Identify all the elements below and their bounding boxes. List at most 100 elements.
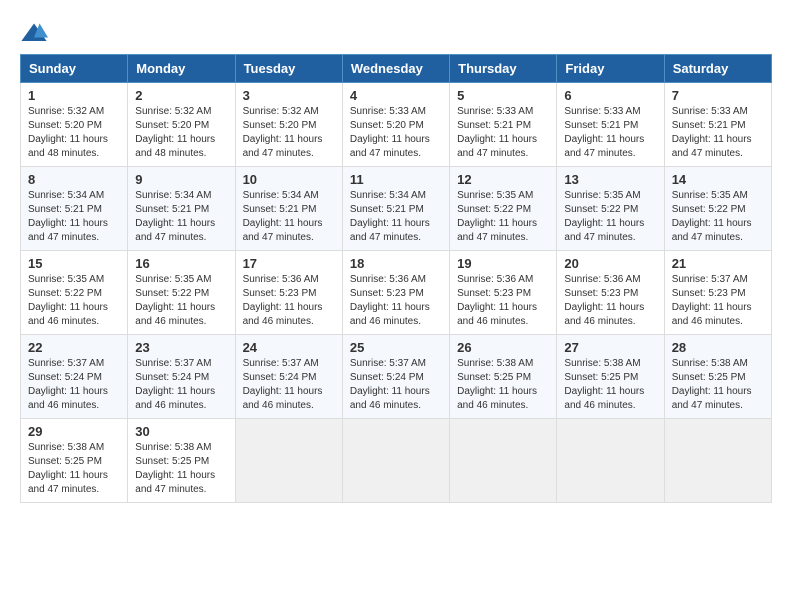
calendar-cell: 15 Sunrise: 5:35 AMSunset: 5:22 PMDaylig… bbox=[21, 251, 128, 335]
day-number: 6 bbox=[564, 88, 656, 103]
day-number: 8 bbox=[28, 172, 120, 187]
calendar-cell: 24 Sunrise: 5:37 AMSunset: 5:24 PMDaylig… bbox=[235, 335, 342, 419]
day-info: Sunrise: 5:33 AMSunset: 5:21 PMDaylight:… bbox=[564, 106, 644, 159]
day-number: 17 bbox=[243, 256, 335, 271]
day-info: Sunrise: 5:38 AMSunset: 5:25 PMDaylight:… bbox=[28, 442, 108, 495]
day-number: 23 bbox=[135, 340, 227, 355]
day-info: Sunrise: 5:35 AMSunset: 5:22 PMDaylight:… bbox=[564, 190, 644, 243]
day-info: Sunrise: 5:37 AMSunset: 5:23 PMDaylight:… bbox=[672, 274, 752, 327]
day-info: Sunrise: 5:36 AMSunset: 5:23 PMDaylight:… bbox=[564, 274, 644, 327]
calendar-cell: 14 Sunrise: 5:35 AMSunset: 5:22 PMDaylig… bbox=[664, 167, 771, 251]
day-number: 3 bbox=[243, 88, 335, 103]
calendar-week-row: 22 Sunrise: 5:37 AMSunset: 5:24 PMDaylig… bbox=[21, 335, 772, 419]
day-number: 7 bbox=[672, 88, 764, 103]
calendar-cell: 25 Sunrise: 5:37 AMSunset: 5:24 PMDaylig… bbox=[342, 335, 449, 419]
calendar-table: SundayMondayTuesdayWednesdayThursdayFrid… bbox=[20, 54, 772, 503]
day-info: Sunrise: 5:35 AMSunset: 5:22 PMDaylight:… bbox=[457, 190, 537, 243]
calendar-cell: 27 Sunrise: 5:38 AMSunset: 5:25 PMDaylig… bbox=[557, 335, 664, 419]
day-number: 12 bbox=[457, 172, 549, 187]
day-number: 9 bbox=[135, 172, 227, 187]
calendar-week-row: 29 Sunrise: 5:38 AMSunset: 5:25 PMDaylig… bbox=[21, 419, 772, 503]
day-info: Sunrise: 5:34 AMSunset: 5:21 PMDaylight:… bbox=[350, 190, 430, 243]
calendar-cell: 26 Sunrise: 5:38 AMSunset: 5:25 PMDaylig… bbox=[450, 335, 557, 419]
day-info: Sunrise: 5:37 AMSunset: 5:24 PMDaylight:… bbox=[135, 358, 215, 411]
day-info: Sunrise: 5:32 AMSunset: 5:20 PMDaylight:… bbox=[28, 106, 108, 159]
day-info: Sunrise: 5:37 AMSunset: 5:24 PMDaylight:… bbox=[243, 358, 323, 411]
day-info: Sunrise: 5:37 AMSunset: 5:24 PMDaylight:… bbox=[28, 358, 108, 411]
day-number: 27 bbox=[564, 340, 656, 355]
calendar-header-row: SundayMondayTuesdayWednesdayThursdayFrid… bbox=[21, 55, 772, 83]
calendar-cell: 16 Sunrise: 5:35 AMSunset: 5:22 PMDaylig… bbox=[128, 251, 235, 335]
col-header-monday: Monday bbox=[128, 55, 235, 83]
day-info: Sunrise: 5:38 AMSunset: 5:25 PMDaylight:… bbox=[564, 358, 644, 411]
calendar-cell: 11 Sunrise: 5:34 AMSunset: 5:21 PMDaylig… bbox=[342, 167, 449, 251]
calendar-cell: 2 Sunrise: 5:32 AMSunset: 5:20 PMDayligh… bbox=[128, 83, 235, 167]
day-number: 13 bbox=[564, 172, 656, 187]
day-info: Sunrise: 5:34 AMSunset: 5:21 PMDaylight:… bbox=[28, 190, 108, 243]
day-number: 4 bbox=[350, 88, 442, 103]
calendar-cell: 23 Sunrise: 5:37 AMSunset: 5:24 PMDaylig… bbox=[128, 335, 235, 419]
day-info: Sunrise: 5:36 AMSunset: 5:23 PMDaylight:… bbox=[457, 274, 537, 327]
calendar-cell: 10 Sunrise: 5:34 AMSunset: 5:21 PMDaylig… bbox=[235, 167, 342, 251]
day-info: Sunrise: 5:38 AMSunset: 5:25 PMDaylight:… bbox=[672, 358, 752, 411]
calendar-cell: 30 Sunrise: 5:38 AMSunset: 5:25 PMDaylig… bbox=[128, 419, 235, 503]
calendar-cell: 17 Sunrise: 5:36 AMSunset: 5:23 PMDaylig… bbox=[235, 251, 342, 335]
calendar-cell bbox=[342, 419, 449, 503]
day-info: Sunrise: 5:34 AMSunset: 5:21 PMDaylight:… bbox=[243, 190, 323, 243]
day-number: 21 bbox=[672, 256, 764, 271]
day-number: 5 bbox=[457, 88, 549, 103]
calendar-week-row: 15 Sunrise: 5:35 AMSunset: 5:22 PMDaylig… bbox=[21, 251, 772, 335]
day-info: Sunrise: 5:33 AMSunset: 5:20 PMDaylight:… bbox=[350, 106, 430, 159]
logo bbox=[20, 20, 52, 48]
day-number: 11 bbox=[350, 172, 442, 187]
day-number: 26 bbox=[457, 340, 549, 355]
day-info: Sunrise: 5:33 AMSunset: 5:21 PMDaylight:… bbox=[457, 106, 537, 159]
calendar-cell: 28 Sunrise: 5:38 AMSunset: 5:25 PMDaylig… bbox=[664, 335, 771, 419]
calendar-cell: 29 Sunrise: 5:38 AMSunset: 5:25 PMDaylig… bbox=[21, 419, 128, 503]
calendar-week-row: 8 Sunrise: 5:34 AMSunset: 5:21 PMDayligh… bbox=[21, 167, 772, 251]
day-number: 14 bbox=[672, 172, 764, 187]
day-number: 28 bbox=[672, 340, 764, 355]
day-info: Sunrise: 5:38 AMSunset: 5:25 PMDaylight:… bbox=[135, 442, 215, 495]
day-info: Sunrise: 5:36 AMSunset: 5:23 PMDaylight:… bbox=[243, 274, 323, 327]
col-header-saturday: Saturday bbox=[664, 55, 771, 83]
day-number: 24 bbox=[243, 340, 335, 355]
calendar-cell bbox=[235, 419, 342, 503]
day-info: Sunrise: 5:35 AMSunset: 5:22 PMDaylight:… bbox=[28, 274, 108, 327]
day-info: Sunrise: 5:36 AMSunset: 5:23 PMDaylight:… bbox=[350, 274, 430, 327]
day-info: Sunrise: 5:35 AMSunset: 5:22 PMDaylight:… bbox=[135, 274, 215, 327]
calendar-cell: 19 Sunrise: 5:36 AMSunset: 5:23 PMDaylig… bbox=[450, 251, 557, 335]
calendar-cell: 9 Sunrise: 5:34 AMSunset: 5:21 PMDayligh… bbox=[128, 167, 235, 251]
day-number: 2 bbox=[135, 88, 227, 103]
calendar-cell: 4 Sunrise: 5:33 AMSunset: 5:20 PMDayligh… bbox=[342, 83, 449, 167]
day-info: Sunrise: 5:33 AMSunset: 5:21 PMDaylight:… bbox=[672, 106, 752, 159]
day-number: 18 bbox=[350, 256, 442, 271]
calendar-cell: 8 Sunrise: 5:34 AMSunset: 5:21 PMDayligh… bbox=[21, 167, 128, 251]
col-header-friday: Friday bbox=[557, 55, 664, 83]
day-info: Sunrise: 5:32 AMSunset: 5:20 PMDaylight:… bbox=[243, 106, 323, 159]
day-info: Sunrise: 5:34 AMSunset: 5:21 PMDaylight:… bbox=[135, 190, 215, 243]
day-number: 25 bbox=[350, 340, 442, 355]
calendar-cell: 6 Sunrise: 5:33 AMSunset: 5:21 PMDayligh… bbox=[557, 83, 664, 167]
day-number: 10 bbox=[243, 172, 335, 187]
calendar-cell: 3 Sunrise: 5:32 AMSunset: 5:20 PMDayligh… bbox=[235, 83, 342, 167]
calendar-cell bbox=[664, 419, 771, 503]
day-info: Sunrise: 5:38 AMSunset: 5:25 PMDaylight:… bbox=[457, 358, 537, 411]
day-info: Sunrise: 5:37 AMSunset: 5:24 PMDaylight:… bbox=[350, 358, 430, 411]
day-number: 15 bbox=[28, 256, 120, 271]
page-header bbox=[20, 20, 772, 48]
calendar-cell bbox=[450, 419, 557, 503]
calendar-cell bbox=[557, 419, 664, 503]
calendar-cell: 20 Sunrise: 5:36 AMSunset: 5:23 PMDaylig… bbox=[557, 251, 664, 335]
calendar-cell: 13 Sunrise: 5:35 AMSunset: 5:22 PMDaylig… bbox=[557, 167, 664, 251]
calendar-cell: 12 Sunrise: 5:35 AMSunset: 5:22 PMDaylig… bbox=[450, 167, 557, 251]
col-header-thursday: Thursday bbox=[450, 55, 557, 83]
day-info: Sunrise: 5:35 AMSunset: 5:22 PMDaylight:… bbox=[672, 190, 752, 243]
calendar-cell: 1 Sunrise: 5:32 AMSunset: 5:20 PMDayligh… bbox=[21, 83, 128, 167]
calendar-cell: 22 Sunrise: 5:37 AMSunset: 5:24 PMDaylig… bbox=[21, 335, 128, 419]
col-header-tuesday: Tuesday bbox=[235, 55, 342, 83]
calendar-cell: 5 Sunrise: 5:33 AMSunset: 5:21 PMDayligh… bbox=[450, 83, 557, 167]
calendar-week-row: 1 Sunrise: 5:32 AMSunset: 5:20 PMDayligh… bbox=[21, 83, 772, 167]
day-number: 16 bbox=[135, 256, 227, 271]
day-number: 19 bbox=[457, 256, 549, 271]
